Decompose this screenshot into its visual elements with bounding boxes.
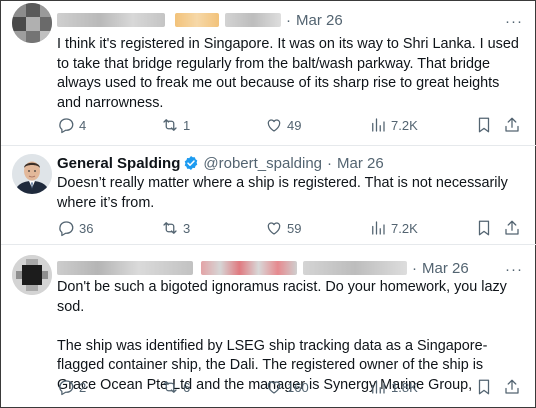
like-icon bbox=[267, 222, 281, 235]
more-icon[interactable]: ··· bbox=[505, 12, 523, 30]
tweet-time[interactable]: Mar 26 bbox=[296, 12, 343, 29]
share-button[interactable] bbox=[503, 116, 521, 134]
author-name[interactable]: General Spalding bbox=[57, 155, 180, 172]
views-count: 1.8K bbox=[391, 379, 418, 395]
like-icon bbox=[267, 381, 281, 394]
author-handle[interactable]: @robert_spalding bbox=[203, 155, 322, 172]
like-count: 59 bbox=[287, 220, 302, 236]
tweet-paragraph: Don't be such a bigoted ignoramus racist… bbox=[57, 279, 507, 315]
redacted-handle bbox=[225, 13, 281, 27]
tweet-paragraph: I think it's registered in Singapore. It… bbox=[57, 36, 519, 111]
views-icon bbox=[372, 221, 385, 235]
reply-count: 2 bbox=[79, 379, 87, 395]
like-count: 160 bbox=[287, 379, 309, 395]
retweet-icon bbox=[163, 119, 177, 131]
redacted-badge bbox=[201, 261, 297, 275]
tweet-header-2: General Spalding @robert_spalding · Mar … bbox=[57, 154, 501, 172]
tweet-actions-1: 4 1 49 7.2K bbox=[57, 116, 523, 134]
views-count: 7.2K bbox=[391, 220, 418, 236]
redacted-handle bbox=[303, 261, 407, 275]
bookmark-icon bbox=[478, 117, 490, 133]
tweet-1[interactable]: · Mar 26 ··· I think it's registered in … bbox=[1, 1, 536, 145]
tweet-text-2: Doesn’t really matter where a ship is re… bbox=[57, 174, 523, 213]
like-icon bbox=[267, 119, 281, 132]
reply-count: 4 bbox=[79, 117, 87, 133]
retweet-button[interactable]: 1 bbox=[161, 116, 190, 134]
views-button[interactable]: 1.8K bbox=[369, 378, 418, 396]
views-icon bbox=[372, 380, 385, 394]
bookmark-icon bbox=[478, 220, 490, 236]
verified-badge-icon bbox=[183, 155, 199, 171]
reply-count: 36 bbox=[79, 220, 94, 236]
share-button[interactable] bbox=[503, 219, 521, 237]
retweet-button[interactable]: 6 bbox=[161, 378, 190, 396]
tweet-3[interactable]: · Mar 26 ··· Don't be such a bigoted ign… bbox=[1, 245, 536, 408]
bookmark-icon bbox=[478, 379, 490, 395]
retweet-count: 1 bbox=[183, 117, 191, 133]
reply-icon bbox=[59, 380, 74, 396]
separator-dot: · bbox=[327, 154, 333, 172]
retweet-count: 6 bbox=[183, 379, 191, 395]
views-button[interactable]: 7.2K bbox=[369, 116, 418, 134]
more-icon[interactable]: ··· bbox=[505, 260, 523, 278]
like-button[interactable]: 160 bbox=[265, 378, 309, 396]
retweet-button[interactable]: 3 bbox=[161, 219, 190, 237]
reply-icon bbox=[59, 221, 74, 237]
tweet-header-1: · Mar 26 bbox=[57, 11, 501, 29]
separator-dot: · bbox=[286, 11, 291, 29]
share-icon bbox=[505, 220, 519, 235]
redacted-name bbox=[57, 261, 193, 275]
tweet-2[interactable]: General Spalding @robert_spalding · Mar … bbox=[1, 146, 536, 244]
retweet-icon bbox=[163, 381, 177, 393]
like-button[interactable]: 49 bbox=[265, 116, 301, 134]
share-button[interactable] bbox=[503, 378, 521, 396]
tweet-actions-2: 36 3 59 7.2K bbox=[57, 219, 523, 237]
like-count: 49 bbox=[287, 117, 302, 133]
views-icon bbox=[372, 118, 385, 132]
tweet-header-3: · Mar 26 bbox=[57, 259, 501, 277]
share-icon bbox=[505, 379, 519, 394]
avatar-2[interactable] bbox=[12, 154, 52, 194]
tweet-actions-3: 2 6 160 1.8K bbox=[57, 378, 523, 396]
tweet-text-1: I think it's registered in Singapore. It… bbox=[57, 35, 523, 113]
bookmark-button[interactable] bbox=[475, 378, 493, 396]
reply-button[interactable]: 36 bbox=[57, 219, 93, 237]
retweet-count: 3 bbox=[183, 220, 191, 236]
reply-icon bbox=[59, 118, 74, 134]
bookmark-button[interactable] bbox=[475, 219, 493, 237]
redacted-name bbox=[57, 13, 165, 27]
bookmark-button[interactable] bbox=[475, 116, 493, 134]
avatar-1[interactable] bbox=[12, 3, 52, 43]
tweet-paragraph: Doesn’t really matter where a ship is re… bbox=[57, 175, 508, 211]
views-button[interactable]: 7.2K bbox=[369, 219, 418, 237]
avatar-3[interactable] bbox=[12, 255, 52, 295]
redacted-badge bbox=[175, 13, 219, 27]
tweet-time[interactable]: Mar 26 bbox=[337, 155, 384, 172]
tweet-time[interactable]: Mar 26 bbox=[422, 260, 469, 277]
reply-button[interactable]: 2 bbox=[57, 378, 86, 396]
reply-button[interactable]: 4 bbox=[57, 116, 86, 134]
like-button[interactable]: 59 bbox=[265, 219, 301, 237]
views-count: 7.2K bbox=[391, 117, 418, 133]
share-icon bbox=[505, 117, 519, 132]
separator-dot: · bbox=[412, 259, 417, 277]
retweet-icon bbox=[163, 222, 177, 234]
